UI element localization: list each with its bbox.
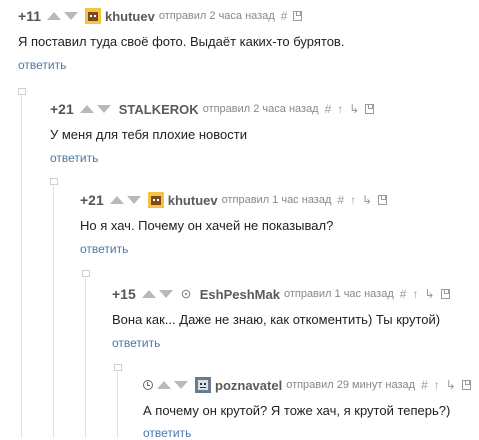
comment-1: +11 khutuev отправил 2 часа назад # Я по… bbox=[18, 6, 473, 72]
comment-tools: # ↑ ↳ bbox=[400, 287, 456, 301]
comment-4: +15 EshPeshMak отправил 1 час назад # ↑ … bbox=[112, 284, 474, 350]
comment-time: отправил 1 час назад bbox=[221, 194, 332, 206]
comment-username[interactable]: khutuev bbox=[105, 9, 155, 24]
reply-branch-icon[interactable]: ↳ bbox=[362, 193, 372, 207]
link-icon[interactable]: # bbox=[337, 193, 344, 207]
downvote-arrow-icon[interactable] bbox=[96, 105, 111, 113]
comment-header: poznavatel отправил 29 минут назад # ↑ ↳ bbox=[143, 375, 477, 395]
parent-comment-icon[interactable]: ↑ bbox=[412, 287, 418, 301]
thread-collapse-icon[interactable] bbox=[114, 364, 122, 371]
save-icon[interactable] bbox=[378, 195, 388, 205]
thread-line bbox=[53, 186, 54, 438]
downvote-arrow-icon[interactable] bbox=[126, 196, 141, 204]
thread-line bbox=[21, 96, 22, 438]
parent-comment-icon[interactable]: ↑ bbox=[434, 378, 440, 392]
reply-branch-icon[interactable]: ↳ bbox=[424, 287, 434, 301]
comment-username[interactable]: EshPeshMak bbox=[200, 287, 280, 302]
comment-3: +21 khutuev отправил 1 час назад # ↑ ↳ Н… bbox=[80, 190, 475, 256]
upvote-arrow-icon[interactable] bbox=[46, 12, 61, 20]
upvote-arrow-icon[interactable] bbox=[79, 105, 94, 113]
reply-link[interactable]: ответить bbox=[80, 242, 128, 256]
reply-branch-icon[interactable]: ↳ bbox=[446, 378, 456, 392]
save-icon[interactable] bbox=[365, 104, 375, 114]
comment-rating: +21 bbox=[80, 192, 104, 208]
parent-comment-icon[interactable]: ↑ bbox=[337, 102, 343, 116]
comment-rating: +21 bbox=[50, 101, 74, 117]
dog-avatar-icon bbox=[84, 8, 101, 24]
save-icon[interactable] bbox=[461, 380, 471, 390]
reply-link[interactable]: ответить bbox=[50, 151, 98, 165]
vote-arrows bbox=[109, 196, 144, 204]
vote-arrows bbox=[46, 12, 81, 20]
comment-time: отправил 29 минут назад bbox=[286, 379, 416, 391]
upvote-arrow-icon[interactable] bbox=[109, 196, 124, 204]
comment-header: +21 STALKEROK отправил 2 часа назад # ↑ … bbox=[50, 99, 380, 119]
comment-rating: +11 bbox=[18, 8, 41, 24]
thread-line bbox=[117, 372, 118, 438]
downvote-arrow-icon[interactable] bbox=[158, 290, 173, 298]
comment-header: +21 khutuev отправил 1 час назад # ↑ ↳ bbox=[80, 190, 393, 210]
save-icon[interactable] bbox=[293, 11, 303, 21]
vote-arrows bbox=[141, 290, 176, 298]
link-icon[interactable]: # bbox=[325, 102, 332, 116]
thread-line bbox=[85, 278, 86, 438]
comment-header: +11 khutuev отправил 2 часа назад # bbox=[18, 6, 308, 26]
vote-arrows bbox=[157, 381, 191, 389]
comment-username[interactable]: khutuev bbox=[168, 193, 218, 208]
thread-collapse-icon[interactable] bbox=[82, 270, 90, 277]
upvote-arrow-icon[interactable] bbox=[141, 290, 156, 298]
thread-collapse-icon[interactable] bbox=[18, 88, 26, 95]
save-icon[interactable] bbox=[440, 289, 450, 299]
reply-link[interactable]: ответить bbox=[18, 58, 66, 72]
link-icon[interactable]: # bbox=[400, 287, 407, 301]
dog-avatar-icon bbox=[147, 192, 164, 208]
comment-text: Вона как... Даже не знаю, как откоментит… bbox=[112, 312, 441, 327]
link-icon[interactable]: # bbox=[421, 378, 428, 392]
downvote-arrow-icon[interactable] bbox=[174, 381, 188, 389]
comment-username[interactable]: STALKEROK bbox=[119, 102, 199, 117]
reply-branch-icon[interactable]: ↳ bbox=[349, 102, 359, 116]
comment-tools: # ↑ ↳ bbox=[421, 378, 477, 392]
robot-avatar-icon bbox=[195, 377, 211, 393]
comment-text: Я поставил туда своё фото. Выдаёт каких-… bbox=[18, 34, 345, 49]
downvote-arrow-icon[interactable] bbox=[63, 12, 78, 20]
comment-text: А почему он крутой? Я тоже хач, я крутой… bbox=[143, 403, 451, 418]
reply-link[interactable]: ответить bbox=[112, 336, 160, 350]
parent-comment-icon[interactable]: ↑ bbox=[350, 193, 356, 207]
comment-time: отправил 2 часа назад bbox=[158, 10, 275, 22]
comment-text: Но я хач. Почему он хачей не показывал? bbox=[80, 218, 334, 233]
upvote-arrow-icon[interactable] bbox=[157, 381, 171, 389]
comment-time: отправил 2 часа назад bbox=[202, 103, 319, 115]
link-icon[interactable]: # bbox=[281, 9, 288, 23]
comment-2: +21 STALKEROK отправил 2 часа назад # ↑ … bbox=[50, 99, 470, 165]
comment-tools: # bbox=[281, 9, 309, 23]
comment-tools: # ↑ ↳ bbox=[337, 193, 393, 207]
comment-header: +15 EshPeshMak отправил 1 час назад # ↑ … bbox=[112, 284, 456, 304]
vote-arrows bbox=[79, 105, 114, 113]
clock-icon bbox=[143, 380, 153, 390]
comment-text: У меня для тебя плохие новости bbox=[50, 127, 247, 142]
comment-5: poznavatel отправил 29 минут назад # ↑ ↳… bbox=[143, 375, 477, 440]
thread-collapse-icon[interactable] bbox=[50, 178, 58, 185]
comment-username[interactable]: poznavatel bbox=[215, 378, 282, 393]
comment-rating: +15 bbox=[112, 286, 136, 302]
comment-tools: # ↑ ↳ bbox=[325, 102, 381, 116]
comment-time: отправил 1 час назад bbox=[283, 288, 394, 300]
small-avatar-icon bbox=[181, 289, 191, 299]
